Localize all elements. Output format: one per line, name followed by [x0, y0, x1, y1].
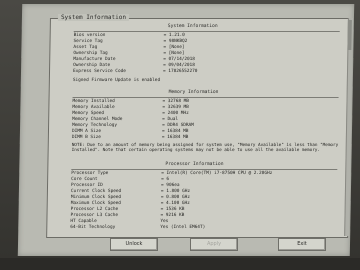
firmware-status: Signed Firmware Update is enabled — [72, 78, 161, 83]
memory-note: NOTE: Due to an amount of memory being a… — [71, 143, 339, 154]
monitor-bottom-edge — [0, 258, 360, 270]
panel-title: System Information — [57, 14, 130, 21]
express-service-code-row: Express Service Code = 17826552270 — [72, 69, 198, 74]
memory-info-title: Memory Information — [168, 90, 219, 95]
bios-screen: System Information System Information Bi… — [17, 4, 355, 256]
exit-button[interactable]: Exit — [278, 238, 326, 251]
divider — [72, 97, 339, 98]
64bit-technology-row: 64-Bit Technology Yes (Intel EM64T) — [70, 225, 206, 230]
scrollbar-thumb[interactable] — [347, 20, 352, 50]
processor-info-title: Processor Information — [165, 162, 224, 167]
apply-button[interactable]: Apply — [190, 238, 238, 251]
dimm-b-size-row: DIMM B Size = 16384 MB — [71, 135, 189, 140]
system-info-title: System Information — [167, 24, 218, 29]
divider — [71, 169, 338, 170]
divider — [73, 31, 340, 32]
unlock-button[interactable]: Unlock — [110, 238, 158, 251]
